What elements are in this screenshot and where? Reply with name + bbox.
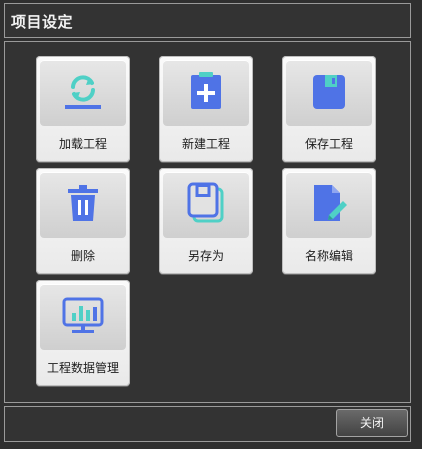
rename-label: 名称编辑 (304, 249, 353, 263)
delete-label: 删除 (70, 249, 95, 263)
window-title: 项目设定 (11, 13, 74, 31)
delete-icon (68, 185, 98, 221)
data-management-icon (62, 297, 104, 333)
save-project-icon (313, 75, 345, 109)
new-project-button[interactable]: 新建工程 (159, 56, 253, 162)
new-project-icon (191, 72, 221, 109)
load-project-icon (65, 75, 101, 109)
delete-button[interactable]: 删除 (36, 168, 130, 274)
data-management-label: 工程数据管理 (46, 361, 119, 375)
close-button[interactable]: 关闭 (336, 409, 408, 437)
save-as-label: 另存为 (187, 249, 224, 263)
load-project-button[interactable]: 加载工程 (36, 56, 130, 162)
save-project-label: 保存工程 (304, 137, 353, 151)
save-project-button[interactable]: 保存工程 (282, 56, 376, 162)
save-as-button[interactable]: 另存为 (159, 168, 253, 274)
rename-button[interactable]: 名称编辑 (282, 168, 376, 274)
save-as-icon (187, 182, 224, 223)
data-management-button[interactable]: 工程数据管理 (36, 280, 130, 386)
new-project-label: 新建工程 (181, 137, 230, 151)
load-project-label: 加载工程 (58, 137, 107, 151)
title-bar: 项目设定 (4, 3, 411, 38)
rename-icon (314, 185, 347, 221)
